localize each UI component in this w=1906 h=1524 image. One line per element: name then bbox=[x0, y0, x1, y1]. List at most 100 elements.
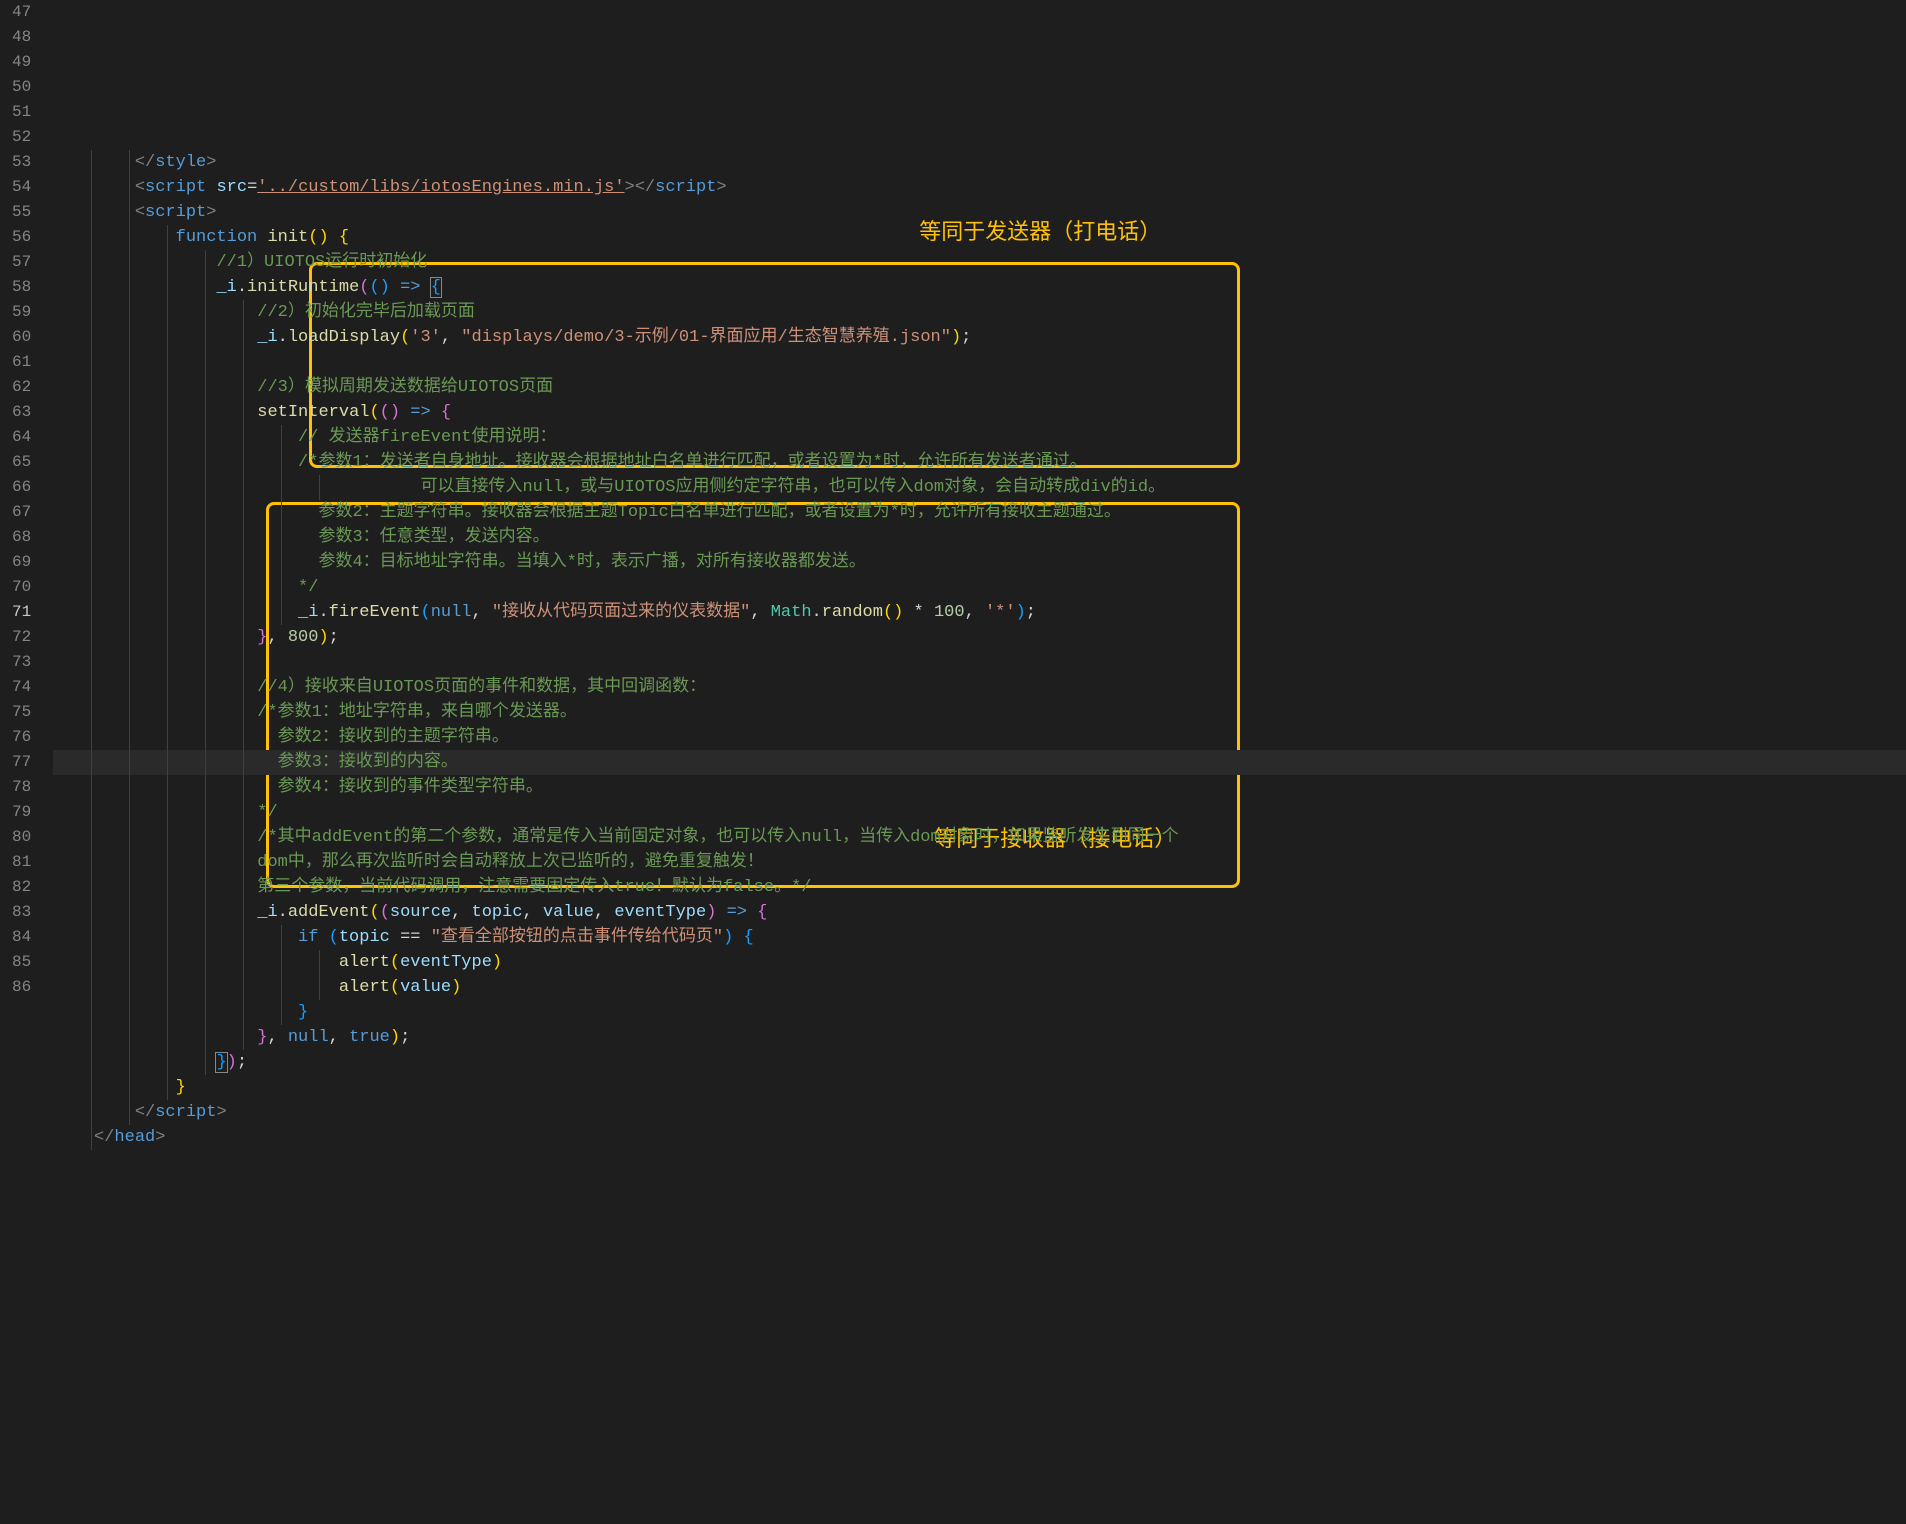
code-line[interactable]: */ bbox=[53, 800, 1906, 825]
code-token: ( bbox=[400, 328, 410, 347]
code-token bbox=[716, 903, 726, 922]
code-token: () bbox=[308, 228, 328, 247]
code-line[interactable]: setInterval(() => { bbox=[53, 400, 1906, 425]
code-token: _i bbox=[257, 903, 277, 922]
code-line[interactable]: }, null, true); bbox=[53, 1025, 1906, 1050]
code-token: ) bbox=[451, 978, 461, 997]
code-token bbox=[390, 278, 400, 297]
code-line[interactable]: 参数4：接收到的事件类型字符串。 bbox=[53, 775, 1906, 800]
code-token: source bbox=[390, 903, 451, 922]
line-number: 86 bbox=[12, 975, 31, 1000]
code-token: > bbox=[716, 178, 726, 197]
code-line[interactable]: 参数2：接收到的主题字符串。 bbox=[53, 725, 1906, 750]
code-token: '../custom/libs/iotosEngines.min.js' bbox=[257, 178, 624, 197]
code-line[interactable]: <script> bbox=[53, 200, 1906, 225]
code-token: true bbox=[349, 1028, 390, 1047]
code-token: if bbox=[298, 928, 318, 947]
code-editor[interactable]: 4748495051525354555657585960616263646566… bbox=[0, 0, 1906, 1524]
code-line[interactable]: alert(value) bbox=[53, 975, 1906, 1000]
code-token: </ bbox=[94, 1128, 114, 1147]
code-token: { bbox=[339, 228, 349, 247]
code-line[interactable]: } bbox=[53, 1000, 1906, 1025]
code-token: style bbox=[155, 153, 206, 172]
code-token: script bbox=[145, 203, 206, 222]
code-line[interactable]: // 发送器fireEvent使用说明： bbox=[53, 425, 1906, 450]
code-line[interactable]: <script src='../custom/libs/iotosEngines… bbox=[53, 175, 1906, 200]
code-area[interactable]: 等同于发送器（打电话） 等同于接收器（接电话） </style> <script… bbox=[49, 0, 1906, 1524]
code-line[interactable]: 可以直接传入null，或与UIOTOS应用侧约定字符串，也可以传入dom对象，会… bbox=[53, 475, 1906, 500]
code-line[interactable]: _i.initRuntime(() => { bbox=[53, 275, 1906, 300]
code-line[interactable]: _i.fireEvent(null, "接收从代码页面过来的仪表数据", Mat… bbox=[53, 600, 1906, 625]
code-line[interactable]: /*参数1：地址字符串，来自哪个发送器。 bbox=[53, 700, 1906, 725]
code-token: ) bbox=[492, 953, 502, 972]
code-line[interactable]: } bbox=[53, 1075, 1906, 1100]
code-token: //3）模拟周期发送数据给UIOTOS页面 bbox=[257, 378, 553, 397]
code-line[interactable]: //3）模拟周期发送数据给UIOTOS页面 bbox=[53, 375, 1906, 400]
code-token: . bbox=[237, 278, 247, 297]
code-token: > bbox=[155, 1128, 165, 1147]
code-line[interactable]: */ bbox=[53, 575, 1906, 600]
code-line[interactable]: 参数2：主题字符串。接收器会根据主题Topic白名单进行匹配，或者设置为*时，允… bbox=[53, 500, 1906, 525]
code-token: dom中，那么再次监听时会自动释放上次已监听的，避免重复触发！ bbox=[257, 853, 764, 872]
code-token: . bbox=[318, 603, 328, 622]
code-line[interactable] bbox=[53, 350, 1906, 375]
code-line[interactable]: </style> bbox=[53, 150, 1906, 175]
code-line[interactable]: //2）初始化完毕后加载页面 bbox=[53, 300, 1906, 325]
code-line[interactable]: }); bbox=[53, 1050, 1906, 1075]
code-line[interactable]: 参数3：接收到的内容。 bbox=[53, 750, 1906, 775]
code-token: ) bbox=[390, 1028, 400, 1047]
line-number: 77 bbox=[12, 750, 31, 775]
code-line[interactable] bbox=[53, 650, 1906, 675]
code-token: loadDisplay bbox=[288, 328, 400, 347]
line-number: 67 bbox=[12, 500, 31, 525]
line-number: 80 bbox=[12, 825, 31, 850]
code-token: random bbox=[822, 603, 883, 622]
code-token: function bbox=[176, 228, 268, 247]
code-line[interactable]: if (topic == "查看全部按钮的点击事件传给代码页") { bbox=[53, 925, 1906, 950]
code-line[interactable]: 参数3：任意类型，发送内容。 bbox=[53, 525, 1906, 550]
code-line[interactable]: function init() { bbox=[53, 225, 1906, 250]
line-number: 82 bbox=[12, 875, 31, 900]
code-token: ( bbox=[369, 403, 379, 422]
line-number: 60 bbox=[12, 325, 31, 350]
code-token: () bbox=[369, 278, 389, 297]
line-number: 75 bbox=[12, 700, 31, 725]
code-line[interactable]: 参数4：目标地址字符串。当填入*时，表示广播，对所有接收器都发送。 bbox=[53, 550, 1906, 575]
code-line[interactable]: _i.addEvent((source, topic, value, event… bbox=[53, 900, 1906, 925]
line-number: 47 bbox=[12, 0, 31, 25]
code-token: ( bbox=[329, 928, 339, 947]
code-token: ( bbox=[380, 903, 390, 922]
code-token: , bbox=[472, 603, 492, 622]
code-token: script bbox=[155, 1103, 216, 1122]
code-token: , bbox=[451, 903, 471, 922]
code-token: init bbox=[267, 228, 308, 247]
code-line[interactable]: dom中，那么再次监听时会自动释放上次已监听的，避免重复触发！ bbox=[53, 850, 1906, 875]
code-token: topic bbox=[472, 903, 523, 922]
code-line[interactable]: _i.loadDisplay('3', "displays/demo/3-示例/… bbox=[53, 325, 1906, 350]
code-line[interactable]: /*参数1：发送者自身地址。接收器会根据地址白名单进行匹配，或者设置为*时，允许… bbox=[53, 450, 1906, 475]
line-number: 76 bbox=[12, 725, 31, 750]
code-line[interactable]: </head> bbox=[53, 1125, 1906, 1150]
code-token: </ bbox=[135, 153, 155, 172]
code-token: , bbox=[594, 903, 614, 922]
code-line[interactable]: </script> bbox=[53, 1100, 1906, 1125]
code-line[interactable]: //4）接收来自UIOTOS页面的事件和数据，其中回调函数： bbox=[53, 675, 1906, 700]
code-token: </ bbox=[135, 1103, 155, 1122]
code-token: 第三个参数，当前代码调用，注意需要固定传入true！默认为false。*/ bbox=[257, 878, 811, 897]
code-line[interactable]: /*其中addEvent的第二个参数，通常是传入当前固定对象，也可以传入null… bbox=[53, 825, 1906, 850]
code-token: /*参数1：发送者自身地址。接收器会根据地址白名单进行匹配，或者设置为*时，允许… bbox=[298, 453, 1087, 472]
code-line[interactable]: alert(eventType) bbox=[53, 950, 1906, 975]
code-token: 参数2：接收到的主题字符串。 bbox=[257, 728, 509, 747]
code-line[interactable]: //1）UIOTOS运行时初始化 bbox=[53, 250, 1906, 275]
code-token: topic bbox=[339, 928, 390, 947]
code-line[interactable]: 第三个参数，当前代码调用，注意需要固定传入true！默认为false。*/ bbox=[53, 875, 1906, 900]
code-token: initRuntime bbox=[247, 278, 359, 297]
code-token: script bbox=[145, 178, 216, 197]
code-line[interactable]: }, 800); bbox=[53, 625, 1906, 650]
line-number: 70 bbox=[12, 575, 31, 600]
code-token: "displays/demo/3-示例/01-界面应用/生态智慧养殖.json" bbox=[461, 328, 951, 347]
line-number: 85 bbox=[12, 950, 31, 975]
line-number: 50 bbox=[12, 75, 31, 100]
code-token: // 发送器fireEvent使用说明： bbox=[298, 428, 556, 447]
code-token: } bbox=[257, 628, 267, 647]
